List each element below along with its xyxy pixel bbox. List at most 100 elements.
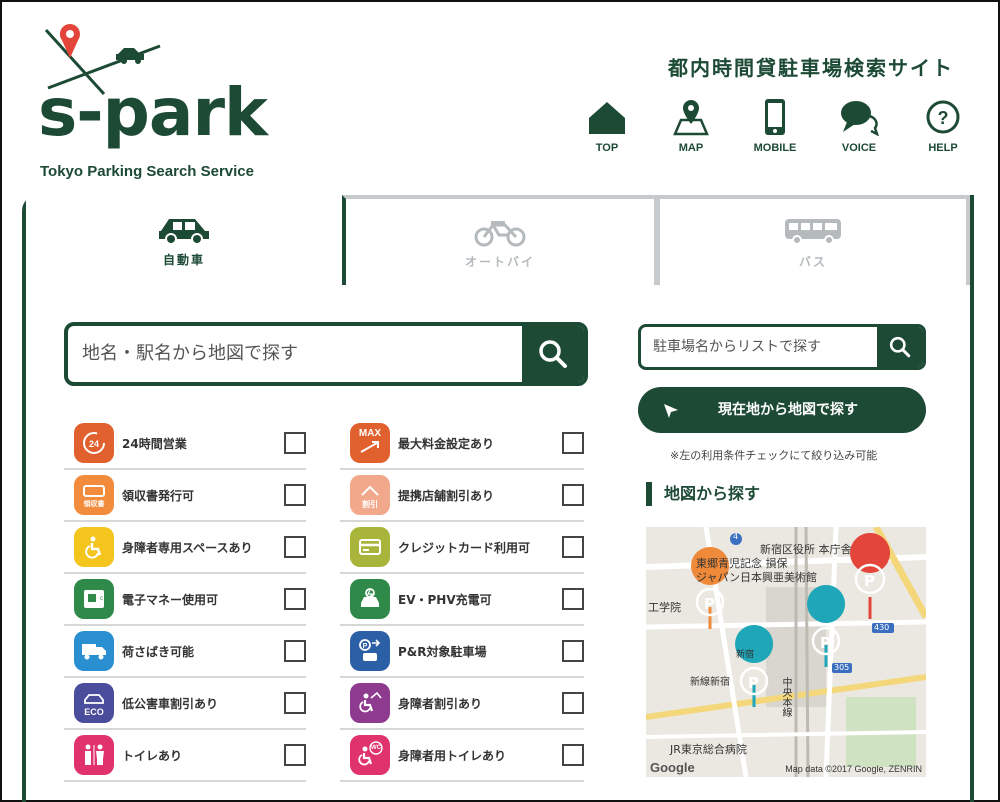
svg-text:?: ? (938, 108, 949, 128)
map-view[interactable]: P P P P 新宿区役所 本庁舎 東郷青児記念 損保 ジャパン日本興亜美術館 … (646, 527, 926, 777)
filter-checkbox[interactable] (562, 432, 584, 454)
map-pin-red[interactable]: P (864, 572, 875, 590)
svg-text:24: 24 (89, 439, 99, 449)
e-money-icon: c (74, 579, 114, 619)
place-search-button[interactable] (522, 326, 584, 382)
map-pin-icon (673, 100, 709, 136)
receipt-icon-text: 領収書 (83, 501, 105, 508)
filter-checkbox[interactable] (284, 432, 306, 454)
site-logo[interactable]: s-park Tokyo Parking Search Service (38, 22, 278, 187)
bus-icon (785, 219, 841, 245)
max-icon-text: MAX (358, 427, 382, 439)
place-search-box[interactable]: 地名・駅名から地図で探す (64, 322, 588, 386)
filter-row-accessible-discount[interactable]: 身障者割引あり (340, 678, 584, 730)
filter-label: 電子マネー使用可 (122, 592, 219, 607)
filter-label: トイレあり (122, 748, 183, 763)
filter-row-ev-charge[interactable]: EV・PHV充電可 (340, 574, 584, 626)
nav-help[interactable]: ? HELP (901, 98, 985, 154)
nav-map[interactable]: MAP (649, 98, 733, 154)
map-label: 430 (874, 623, 890, 632)
filter-column-left: 24 24時間営業 領収書 領収書発行可 身障者専用スペースあり c 電子マネー… (64, 418, 306, 782)
tab-label: オートバイ (464, 255, 535, 269)
nav-mobile[interactable]: MOBILE (733, 98, 817, 154)
tab-motorcycle[interactable]: オートバイ (342, 195, 658, 285)
nav-label: MAP (678, 142, 704, 154)
filter-checkbox[interactable] (562, 640, 584, 662)
map-pin-teal[interactable]: P (748, 674, 759, 692)
tab-label: 自動車 (162, 253, 205, 267)
eco-car-icon: ECO (74, 683, 114, 723)
filter-checkbox[interactable] (284, 744, 306, 766)
filter-row-loading[interactable]: 荷さばき可能 (64, 626, 306, 678)
filter-row-park-and-ride[interactable]: P P&R対象駐車場 (340, 626, 584, 678)
filter-checkbox[interactable] (284, 484, 306, 506)
nav-label: HELP (928, 142, 958, 154)
filter-label: EV・PHV充電可 (398, 592, 492, 607)
credit-card-icon (350, 527, 390, 567)
name-search-input[interactable]: 駐車場名からリストで探す (641, 327, 877, 367)
map-credit: Map data ©2017 Google, ZENRIN (785, 764, 922, 774)
filter-row-24h[interactable]: 24 24時間営業 (64, 418, 306, 470)
search-icon (889, 336, 911, 358)
name-search-button[interactable] (877, 327, 923, 367)
map-label: 中央本線 (780, 677, 791, 717)
truck-icon (74, 631, 114, 671)
map-pin-orange[interactable]: P (704, 595, 715, 613)
logo-wordmark: s-park (38, 74, 268, 151)
filter-label: 領収書発行可 (122, 488, 195, 503)
motorcycle-icon (474, 221, 526, 247)
filter-checkbox[interactable] (284, 536, 306, 558)
tab-car[interactable]: 自動車 (26, 195, 342, 285)
filter-checkbox[interactable] (562, 692, 584, 714)
filter-row-accessible-space[interactable]: 身障者専用スペースあり (64, 522, 306, 574)
filter-row-accessible-toilet[interactable]: WC 身障者用トイレあり (340, 730, 584, 782)
map-label: 新線新宿 (690, 677, 730, 688)
map-label: 4 (733, 532, 739, 541)
filter-checkbox[interactable] (562, 484, 584, 506)
filter-label: 身障者割引あり (398, 696, 483, 711)
toilet-icon (74, 735, 114, 775)
filter-row-toilet[interactable]: トイレあり (64, 730, 306, 782)
filter-checkbox[interactable] (562, 744, 584, 766)
filter-row-max-price[interactable]: MAX 最大料金設定あり (340, 418, 584, 470)
site-title: 都内時間貸駐車場検索サイト (668, 56, 954, 80)
filter-row-eco-discount[interactable]: ECO 低公害車割引あり (64, 678, 306, 730)
car-icon (159, 219, 209, 245)
nav-label: VOICE (841, 142, 877, 154)
map-label: 新宿 (736, 650, 755, 660)
filter-label: 荷さばき可能 (122, 644, 195, 659)
filter-row-credit-card[interactable]: クレジットカード利用可 (340, 522, 584, 574)
svg-text:c: c (100, 596, 103, 602)
filter-label: 低公害車割引あり (122, 696, 219, 711)
park-and-ride-icon: P (350, 631, 390, 671)
24-hours-icon: 24 (74, 423, 114, 463)
filter-checkbox[interactable] (284, 588, 306, 610)
filter-row-receipt[interactable]: 領収書 領収書発行可 (64, 470, 306, 522)
filter-column-right: MAX 最大料金設定あり 割引 提携店舗割引あり クレジットカード利用可 EV・… (340, 418, 584, 782)
wheelchair-icon (74, 527, 114, 567)
tab-bus[interactable]: バス (656, 195, 970, 285)
filter-checkbox[interactable] (284, 692, 306, 714)
place-search-input[interactable]: 地名・駅名から地図で探す (68, 326, 522, 382)
map-label: JR東京総合病院 (670, 743, 747, 756)
filter-checkbox[interactable] (562, 536, 584, 558)
filter-label: P&R対象駐車場 (398, 644, 487, 659)
ev-charge-icon (350, 579, 390, 619)
current-location-label: 現在地から地図で探す (718, 402, 858, 418)
current-location-button[interactable]: 現在地から地図で探す (638, 387, 926, 433)
map-section-heading: 地図から探す (646, 482, 760, 506)
nav-label: MOBILE (753, 142, 797, 154)
discount-icon-text: 割引 (362, 499, 378, 509)
name-search-box[interactable]: 駐車場名からリストで探す (638, 324, 926, 370)
filter-row-e-money[interactable]: c 電子マネー使用可 (64, 574, 306, 626)
accessible-toilet-icon: WC (350, 735, 390, 775)
filter-checkbox[interactable] (562, 588, 584, 610)
wc-icon-text: WC (371, 745, 381, 751)
map-pin-teal[interactable]: P (820, 634, 831, 652)
filter-checkbox[interactable] (284, 640, 306, 662)
nav-top[interactable]: TOP (565, 98, 649, 154)
nav-voice[interactable]: VOICE (817, 98, 901, 154)
logo-subtitle: Tokyo Parking Search Service (40, 163, 254, 180)
filter-row-shop-discount[interactable]: 割引 提携店舗割引あり (340, 470, 584, 522)
filter-label: クレジットカード利用可 (398, 540, 531, 555)
